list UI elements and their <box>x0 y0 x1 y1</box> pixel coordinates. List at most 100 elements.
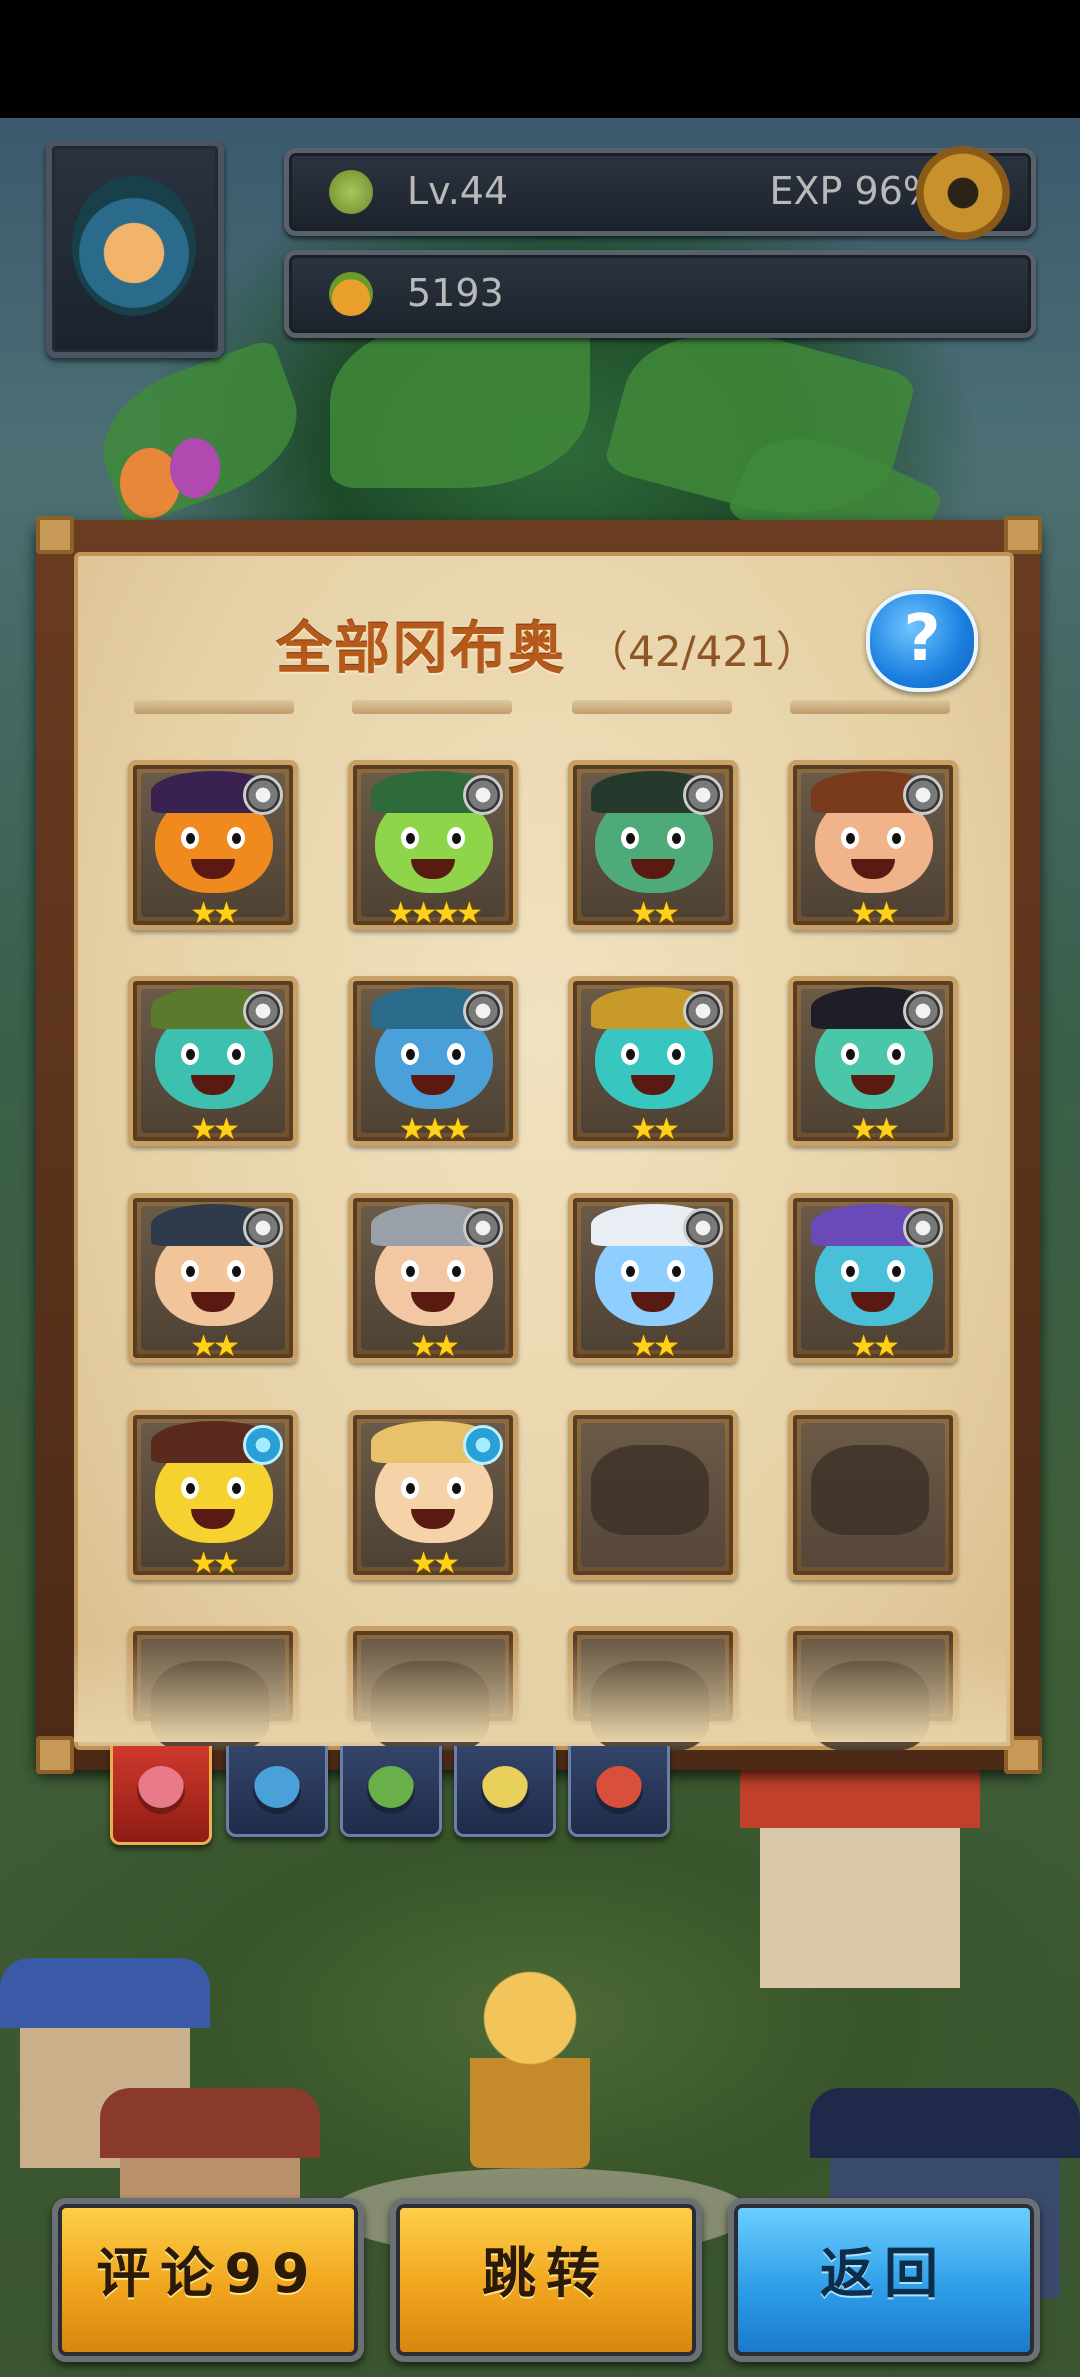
eye <box>887 1260 905 1282</box>
panel-title: 全部冈布奥 <box>276 617 566 682</box>
all-factions-icon <box>137 1766 185 1814</box>
eye <box>447 827 465 849</box>
star-rating: ★★ <box>410 1546 460 1581</box>
golden-statue <box>470 1968 590 2168</box>
hero-card-dark-sea-king[interactable]: ★★★ <box>348 976 518 1147</box>
player-avatar[interactable] <box>46 140 224 358</box>
panel-count: （42/421） <box>586 627 818 676</box>
arrow-badge-icon <box>243 1208 283 1248</box>
hero-card-green-general[interactable]: ★★★★ <box>348 760 518 931</box>
eye <box>181 827 199 849</box>
star-rating: ★★ <box>190 1546 240 1581</box>
tab-faction-blue[interactable] <box>226 1746 328 1837</box>
mouth <box>851 1292 895 1312</box>
eye <box>181 1260 199 1282</box>
avatar-portrait <box>72 176 196 316</box>
eye <box>841 1043 859 1065</box>
hero-card-white-tiger[interactable]: ★★ <box>568 1193 738 1364</box>
scrolled-row-edge <box>134 700 294 714</box>
level-text: Lv.44 <box>407 169 509 213</box>
grid-fade <box>74 1640 1006 1742</box>
beanstalk-leaf <box>330 318 590 488</box>
level-sprout-icon <box>329 170 373 214</box>
star-rating: ★★ <box>410 1329 460 1364</box>
tab-faction-green[interactable] <box>340 1746 442 1837</box>
eye <box>447 1260 465 1282</box>
mouth <box>191 1075 235 1095</box>
hero-card-locked-2[interactable] <box>788 1410 958 1580</box>
eye <box>667 1043 685 1065</box>
eye <box>447 1477 465 1499</box>
comment-button[interactable]: 评论99 <box>52 2198 364 2362</box>
eye <box>447 1043 465 1065</box>
arrow-badge-icon <box>683 1208 723 1248</box>
arrow-badge-icon <box>903 991 943 1031</box>
eye <box>401 827 419 849</box>
star-rating: ★★ <box>850 1329 900 1364</box>
eye <box>227 1477 245 1499</box>
swirl-badge-icon <box>463 1425 503 1465</box>
settings-gear-icon[interactable] <box>910 140 1016 246</box>
hero-card-straw-hat-kid[interactable]: ★★ <box>348 1410 518 1581</box>
faction-blue-icon <box>253 1766 301 1814</box>
star-rating: ★★★★ <box>387 896 483 931</box>
acorn-coin-icon <box>329 272 373 316</box>
hero-card-warrior-face[interactable]: ★★ <box>128 1193 298 1364</box>
star-rating: ★★ <box>190 1329 240 1364</box>
panel-corner <box>1004 516 1042 554</box>
scrolled-row-edge <box>572 700 732 714</box>
village-house <box>740 1748 980 1988</box>
arrow-badge-icon <box>683 991 723 1031</box>
eye <box>621 1260 639 1282</box>
mouth <box>851 859 895 879</box>
eye <box>227 1043 245 1065</box>
faction-yellow-icon <box>481 1766 529 1814</box>
eye <box>667 1260 685 1282</box>
star-rating: ★★★ <box>398 1112 472 1147</box>
eye <box>621 827 639 849</box>
hero-card-winged-warlord[interactable]: ★★ <box>788 1193 958 1364</box>
eye <box>887 1043 905 1065</box>
hero-card-soccer-player[interactable]: ★★ <box>788 760 958 931</box>
locked-silhouette <box>811 1445 929 1535</box>
arrow-badge-icon <box>243 775 283 815</box>
jump-button[interactable]: 跳转 <box>390 2198 702 2362</box>
hero-card-farmer-slime[interactable]: ★★ <box>128 976 298 1147</box>
star-rating: ★★ <box>850 1112 900 1147</box>
hero-card-golden-knight[interactable]: ★★ <box>568 976 738 1147</box>
arrow-badge-icon <box>903 775 943 815</box>
scrolled-row-edge <box>790 700 950 714</box>
eye <box>621 1043 639 1065</box>
mouth <box>631 1292 675 1312</box>
eye <box>227 1260 245 1282</box>
hero-card-armored-knight[interactable]: ★★ <box>348 1193 518 1364</box>
back-button[interactable]: 返回 <box>728 2198 1040 2362</box>
star-rating: ★★ <box>850 896 900 931</box>
tab-faction-yellow[interactable] <box>454 1746 556 1837</box>
eye <box>401 1260 419 1282</box>
mouth <box>631 1075 675 1095</box>
tab-faction-red[interactable] <box>568 1746 670 1837</box>
eye <box>181 1477 199 1499</box>
arrow-badge-icon <box>463 991 503 1031</box>
mouth <box>411 859 455 879</box>
hero-card-locked-1[interactable] <box>568 1410 738 1580</box>
coins-text: 5193 <box>407 271 504 315</box>
eye <box>401 1043 419 1065</box>
arrow-badge-icon <box>903 1208 943 1248</box>
tab-all-factions[interactable] <box>110 1746 212 1845</box>
hero-card-pumpkin-wizard[interactable]: ★★ <box>128 760 298 931</box>
help-button[interactable]: ? <box>866 590 978 692</box>
beanstalk-leaf <box>83 337 317 529</box>
star-rating: ★★ <box>190 1112 240 1147</box>
coins-bar: 5193 <box>284 250 1036 338</box>
hero-card-rocker-bird[interactable]: ★★ <box>128 1410 298 1581</box>
mouth <box>411 1509 455 1529</box>
faction-red-icon <box>595 1766 643 1814</box>
mouth <box>191 859 235 879</box>
faction-green-icon <box>367 1766 415 1814</box>
eye <box>841 827 859 849</box>
mouth <box>411 1292 455 1312</box>
hero-card-ninja-gold[interactable]: ★★ <box>788 976 958 1147</box>
hero-card-frankenstein[interactable]: ★★ <box>568 760 738 931</box>
